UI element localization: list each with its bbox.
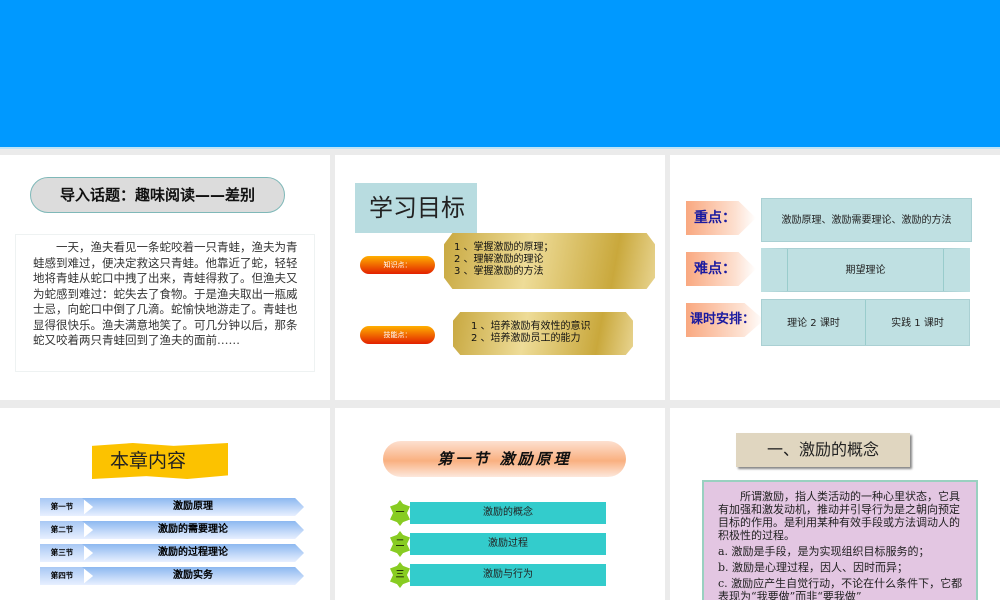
slide-thumbnail-3[interactable]: 重点： 激励原理、激励需要理论、激励的方法 难点： 期望理论 课时安排： 理论 … xyxy=(670,155,1000,400)
key-box: 激励原理、激励需要理论、激励的方法 xyxy=(761,198,972,242)
item-num: 三 xyxy=(390,562,410,588)
story-text: 一天，渔夫看见一条蛇咬着一只青蛙，渔夫为青蛙感到难过，便决定救这只青蛙。他靠近了… xyxy=(15,234,315,372)
hours-box: 理论 2 课时 实践 1 课时 xyxy=(761,299,970,346)
slide-title: 一、激励的概念 xyxy=(736,433,910,467)
knowledge-item: 2 、理解激励的理论 xyxy=(454,254,544,265)
hard-label: 难点： xyxy=(686,252,756,286)
section-num: 第四节 xyxy=(40,567,84,585)
knowledge-item: 3 、掌握激励的方法 xyxy=(454,266,544,277)
skill-label: 技能点： xyxy=(360,326,435,344)
slide-thumbnail-4[interactable]: 本章内容 第一节 激励原理 第二节 激励的需要理论 第三节 激励的过程理论 第四… xyxy=(0,408,330,600)
theory-hours: 理论 2 课时 xyxy=(762,300,866,345)
section-name: 激励的过程理论 xyxy=(82,544,304,562)
section-name: 激励原理 xyxy=(82,498,304,516)
concept-paragraph: 所谓激励，指人类活动的一种心里状态，它具有加强和激发动机，推动并引导行为是之朝向… xyxy=(718,490,960,542)
section-num: 第一节 xyxy=(40,498,84,516)
slide-thumbnail-5[interactable]: 第一节 激励原理 激励的概念 一 激励过程 二 激励与行为 三 xyxy=(335,408,665,600)
slide-title: 学习目标 xyxy=(355,183,477,233)
slide-title: 本章内容 xyxy=(92,443,228,479)
practice-hours: 实践 1 课时 xyxy=(891,318,944,329)
slide-title: 导入话题：趣味阅读——差别 xyxy=(30,177,285,213)
concept-point: c. 激励应产生自觉行动，不论在什么条件下，它都表现为“我要做”而非“要我做” xyxy=(718,577,963,600)
knowledge-item: 1 、掌握激励的原理； xyxy=(454,242,554,253)
slide-title: 第一节 激励原理 xyxy=(383,441,626,477)
hours-label: 课时安排： xyxy=(686,303,764,337)
section-num: 第二节 xyxy=(40,521,84,539)
concept-point: a. 激励是手段，是为实现组织目标服务的； xyxy=(718,545,930,558)
section-name: 激励实务 xyxy=(82,567,304,585)
key-label: 重点： xyxy=(686,201,756,235)
knowledge-label: 知识点： xyxy=(360,256,435,274)
skill-item: 2 、培养激励员工的能力 xyxy=(471,333,581,344)
top-banner xyxy=(0,0,1000,149)
hard-box: 期望理论 xyxy=(761,248,970,292)
item-num: 二 xyxy=(390,531,410,557)
knowledge-box: 1 、掌握激励的原理； 2 、理解激励的理论 3 、掌握激励的方法 xyxy=(444,233,655,289)
item-name: 激励过程 xyxy=(410,533,606,555)
slide-thumbnail-6[interactable]: 一、激励的概念 所谓激励，指人类活动的一种心里状态，它具有加强和激发动机，推动并… xyxy=(670,408,1000,600)
item-name: 激励与行为 xyxy=(410,564,606,586)
slide-thumbnail-1[interactable]: 导入话题：趣味阅读——差别 一天，渔夫看见一条蛇咬着一只青蛙，渔夫为青蛙感到难过… xyxy=(0,155,330,400)
item-name: 激励的概念 xyxy=(410,502,606,524)
concept-box: 所谓激励，指人类活动的一种心里状态，它具有加强和激发动机，推动并引导行为是之朝向… xyxy=(702,480,978,600)
concept-point: b. 激励是心理过程，因人、因时而异； xyxy=(718,561,909,574)
skill-item: 1 、培养激励有效性的意识 xyxy=(471,321,591,332)
section-name: 激励的需要理论 xyxy=(82,521,304,539)
slide-thumbnail-2[interactable]: 学习目标 知识点： 1 、掌握激励的原理； 2 、理解激励的理论 3 、掌握激励… xyxy=(335,155,665,400)
section-num: 第三节 xyxy=(40,544,84,562)
item-num: 一 xyxy=(390,500,410,526)
skill-box: 1 、培养激励有效性的意识 2 、培养激励员工的能力 xyxy=(453,312,633,355)
